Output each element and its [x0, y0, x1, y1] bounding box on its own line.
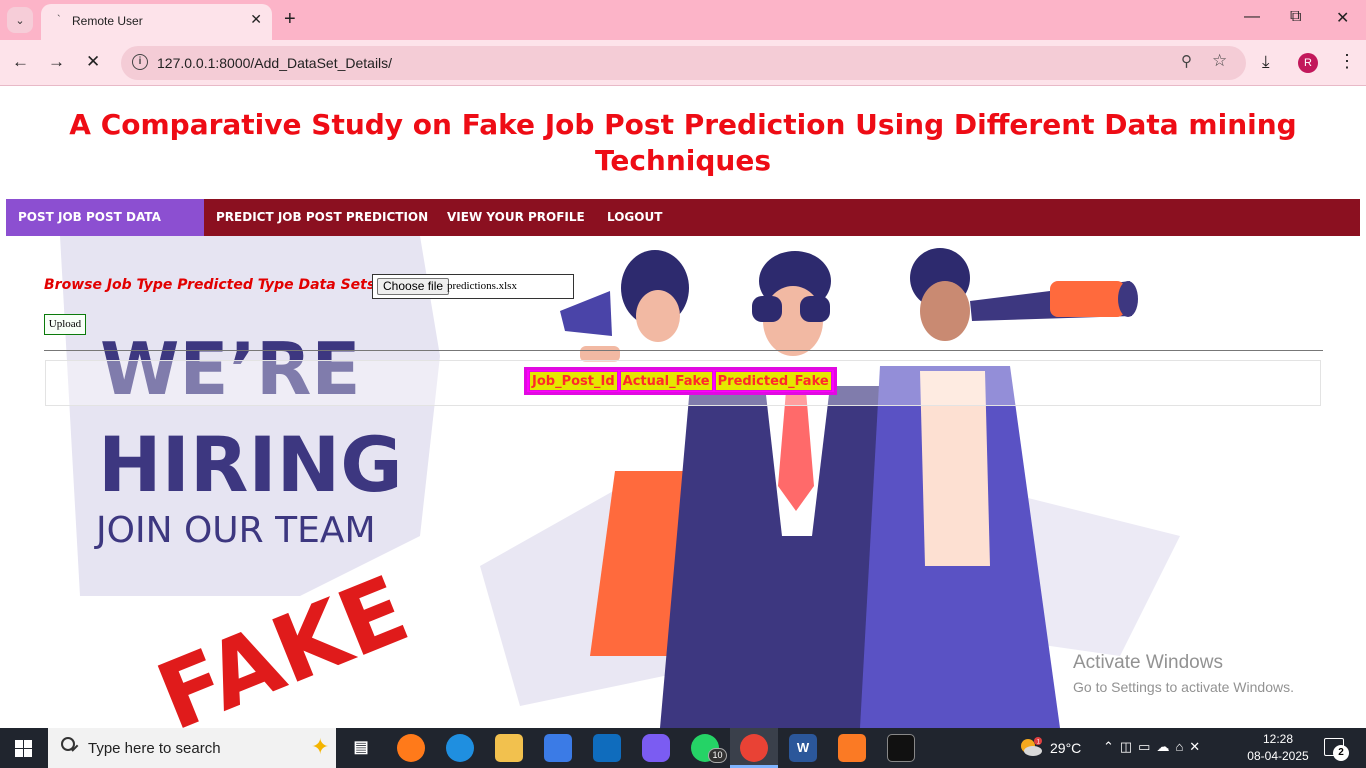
window-close-icon[interactable]: ✕ — [1336, 8, 1349, 28]
taskbar-clock[interactable]: 12:28 08-04-2025 — [1243, 731, 1313, 765]
tab-search-chevron-icon[interactable]: ⌄ — [7, 7, 33, 33]
new-tab-plus-icon[interactable]: + — [284, 8, 296, 31]
divider — [44, 350, 1323, 351]
whatsapp-badge: 10 — [708, 748, 727, 763]
system-tray-icons[interactable]: ⌃◫▭☁⌂✕ — [1103, 739, 1206, 755]
choose-file-button[interactable]: Choose file — [377, 278, 450, 295]
copilot-icon[interactable] — [642, 734, 670, 762]
column-header-actual-fake: Actual_Fake — [619, 371, 713, 391]
dataset-file-input[interactable]: Choose file predictions.xlsx — [372, 274, 574, 299]
search-icon — [61, 737, 75, 751]
upload-button[interactable]: Upload — [44, 314, 86, 335]
zoom-magnifier-icon[interactable]: ⚲ — [1181, 52, 1192, 70]
store-icon[interactable] — [544, 734, 572, 762]
browser-tab[interactable]: ` Remote User ✕ — [41, 4, 272, 40]
address-bar[interactable]: i 127.0.0.1:8000/Add_DataSet_Details/ ⚲ … — [121, 46, 1246, 80]
tab-title: Remote User — [72, 14, 143, 28]
search-placeholder: Type here to search — [88, 740, 221, 757]
nav-view-profile[interactable]: VIEW YOUR PROFILE — [435, 199, 597, 236]
activate-windows-title: Activate Windows — [1073, 652, 1223, 673]
windows-start-icon[interactable] — [15, 740, 32, 757]
web-page: A Comparative Study on Fake Job Post Pre… — [0, 87, 1366, 728]
activate-windows-watermark: Activate Windows Go to Settings to activ… — [1073, 652, 1294, 695]
column-header-job-post-id: Job_Post_Id — [529, 371, 618, 391]
banner-hiring: HIRING — [98, 420, 403, 509]
nav-post-job-data-sets[interactable]: POST JOB POST DATA SETS — [6, 199, 204, 261]
loading-spinner-icon: ` — [57, 14, 61, 26]
browse-dataset-label: Browse Job Type Predicted Type Data Sets — [44, 277, 376, 293]
results-table-container: Job_Post_Id Actual_Fake Predicted_Fake — [45, 360, 1321, 406]
stop-loading-icon[interactable]: ✕ — [86, 52, 100, 72]
taskbar-search-box[interactable]: Type here to search ✦ — [48, 728, 336, 768]
terminal-icon[interactable] — [887, 734, 915, 762]
back-arrow-icon[interactable]: ← — [12, 52, 29, 72]
file-explorer-icon[interactable] — [495, 734, 523, 762]
browser-menu-icon[interactable]: ⋮ — [1338, 51, 1356, 72]
column-header-predicted-fake: Predicted_Fake — [714, 371, 832, 391]
nav-logout[interactable]: LOGOUT — [595, 199, 674, 236]
tab-close-icon[interactable]: ✕ — [250, 11, 262, 28]
outlook-icon[interactable] — [593, 734, 621, 762]
forward-arrow-icon[interactable]: → — [48, 52, 65, 72]
page-title: A Comparative Study on Fake Job Post Pre… — [69, 108, 1297, 177]
notification-count: 2 — [1333, 745, 1349, 761]
firefox-icon[interactable] — [397, 734, 425, 762]
bookmark-star-icon[interactable]: ☆ — [1212, 51, 1227, 71]
chrome-icon[interactable] — [740, 734, 768, 762]
browser-toolbar: ← → ✕ i 127.0.0.1:8000/Add_DataSet_Detai… — [0, 40, 1366, 86]
window-minimize-icon[interactable]: — — [1244, 8, 1260, 26]
download-icon[interactable]: ⤓ — [1262, 52, 1270, 72]
activate-windows-subtitle: Go to Settings to activate Windows. — [1073, 679, 1294, 695]
xampp-icon[interactable] — [838, 734, 866, 762]
clock-time: 12:28 — [1262, 732, 1294, 746]
results-table-header: Job_Post_Id Actual_Fake Predicted_Fake — [524, 367, 837, 395]
search-highlight-icon: ✦ — [311, 734, 330, 759]
main-navbar: POST JOB POST DATA SETS PREDICT JOB POST… — [6, 199, 1360, 261]
nav-predict-job-post[interactable]: PREDICT JOB POST PREDICTION — [204, 199, 440, 236]
edge-icon[interactable] — [446, 734, 474, 762]
windows-taskbar: Type here to search ✦ ▤ 10 W 1 29°C ⌃◫▭☁… — [0, 728, 1366, 768]
word-icon[interactable]: W — [789, 734, 817, 762]
selected-file-name: predictions.xlsx — [447, 280, 517, 292]
url-text[interactable]: 127.0.0.1:8000/Add_DataSet_Details/ — [157, 55, 392, 71]
clock-date: 08-04-2025 — [1247, 749, 1309, 763]
weather-icon[interactable]: 1 — [1019, 737, 1043, 757]
task-view-icon[interactable]: ▤ — [347, 734, 375, 762]
window-restore-icon[interactable]: ⧉ — [1290, 8, 1301, 26]
site-info-icon[interactable]: i — [132, 54, 148, 70]
weather-temperature[interactable]: 29°C — [1050, 740, 1081, 756]
profile-avatar[interactable]: R — [1298, 53, 1318, 73]
browser-tab-strip: ⌄ ` Remote User ✕ + — ⧉ ✕ — [0, 0, 1366, 40]
banner-join-team: JOIN OUR TEAM — [94, 510, 376, 551]
